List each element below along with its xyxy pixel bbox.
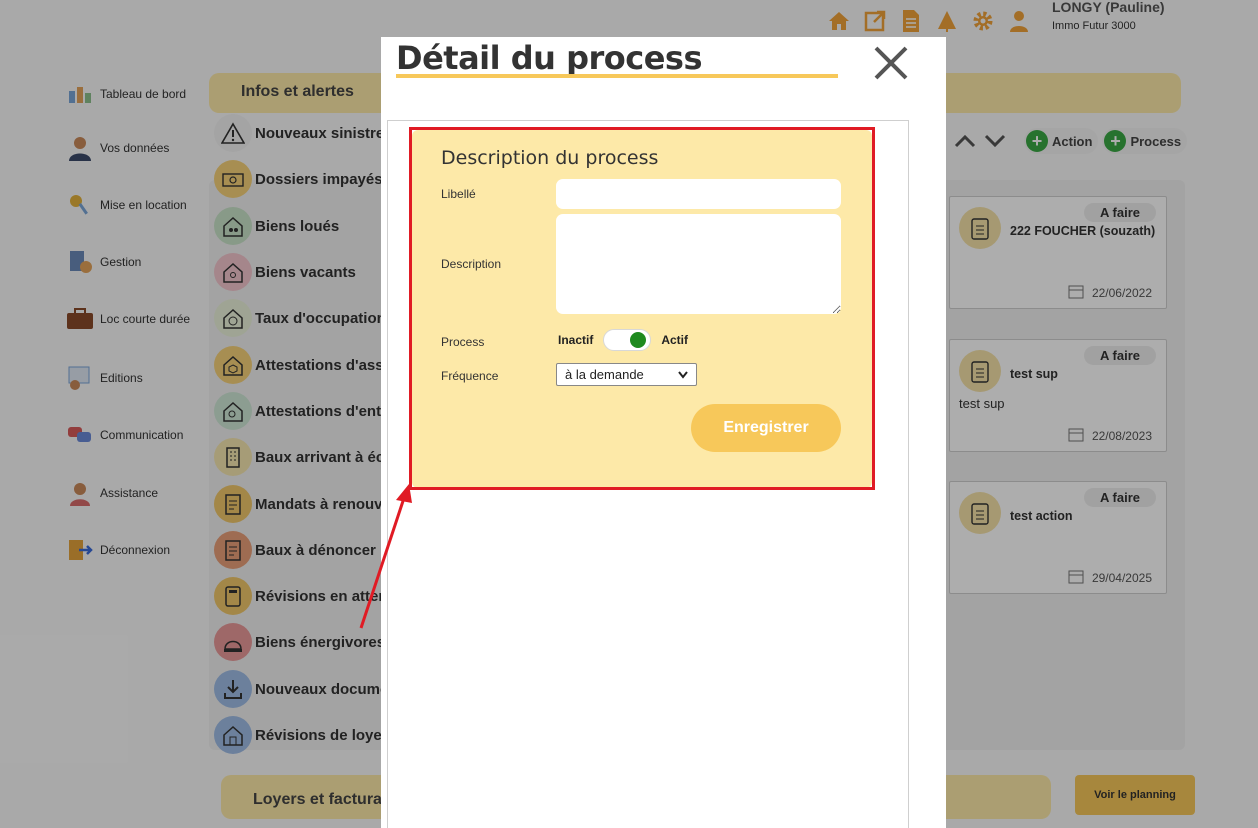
close-icon <box>874 46 908 80</box>
highlight-box <box>409 127 875 490</box>
title-underline <box>396 74 838 78</box>
close-button[interactable] <box>871 43 911 83</box>
modal-title: Détail du process <box>396 39 703 77</box>
